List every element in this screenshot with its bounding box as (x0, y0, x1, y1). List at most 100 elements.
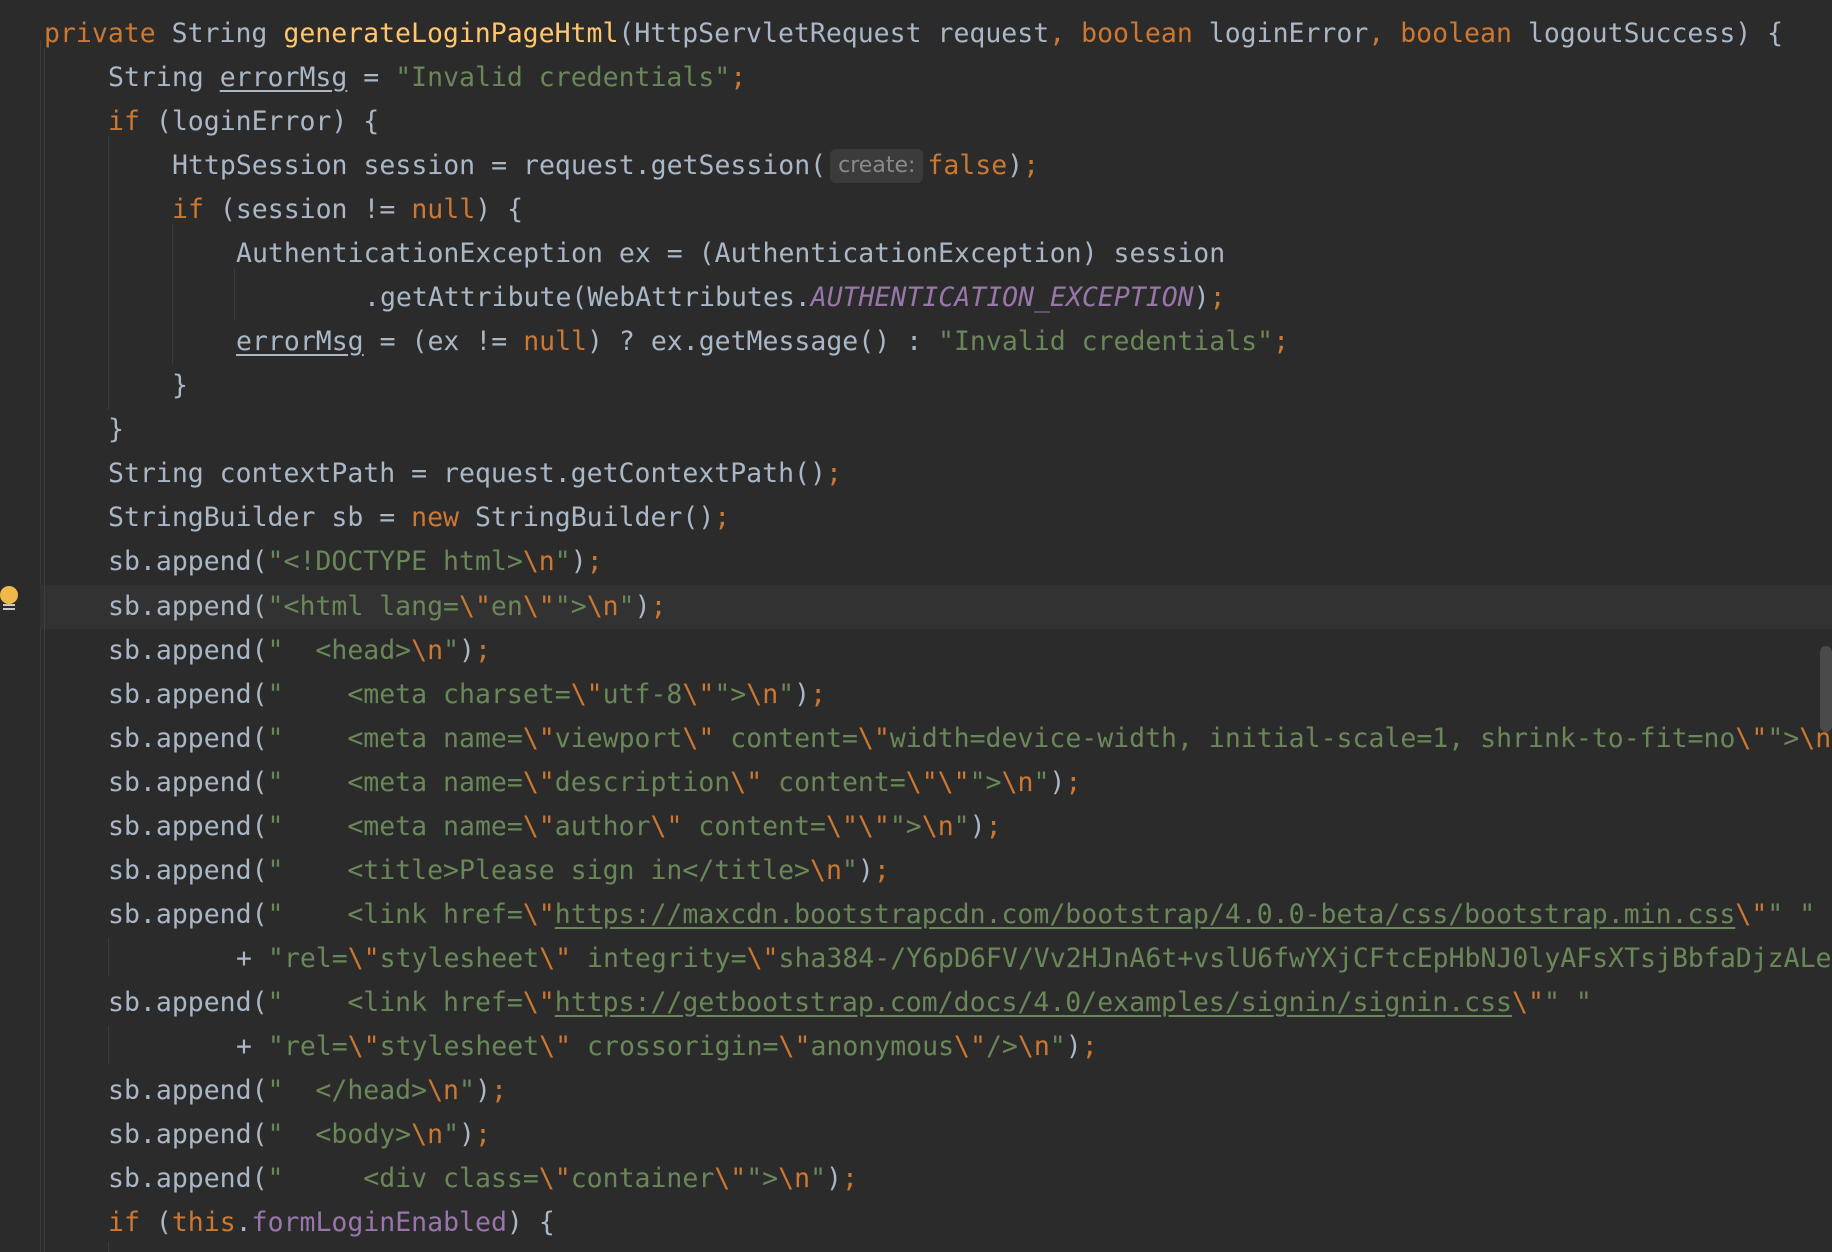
code-text: } (172, 370, 188, 401)
lightbulb-base (3, 604, 15, 606)
code-line[interactable]: AuthenticationException ex = (Authentica… (236, 232, 1225, 276)
code-text: } (108, 414, 124, 445)
code-editor[interactable]: private String generateLoginPageHtml(Htt… (0, 0, 1832, 1252)
string-literal: " <head> (267, 635, 412, 666)
code-line[interactable]: if (loginError) { (108, 100, 379, 144)
code-text: ) (1193, 282, 1210, 313)
code-line[interactable]: sb.append(" <link href=\"https://maxcdn.… (108, 893, 1815, 937)
escape-sequence: \" (714, 1163, 747, 1194)
string-literal: " <body> (267, 1119, 412, 1150)
string-literal: "rel= (267, 1031, 348, 1062)
code-line[interactable]: String errorMsg = "Invalid credentials"; (108, 56, 746, 100)
gutter-divider (40, 40, 41, 1252)
string-literal: en (490, 591, 523, 622)
string-literal: " (443, 1119, 460, 1150)
code-text: ) { (475, 194, 524, 225)
code-text: AuthenticationException ex = (Authentica… (236, 238, 1226, 269)
code-line[interactable]: + "rel=\"stylesheet\" crossorigin=\"anon… (236, 1025, 1098, 1069)
code-text: ) (969, 811, 986, 842)
code-line[interactable]: sb.append(" <meta name=\"description\" c… (108, 761, 1081, 805)
code-line[interactable]: if (session != null) { (172, 188, 523, 232)
keyword: this (171, 1207, 236, 1238)
escape-sequence: \" (522, 591, 555, 622)
code-text: ) (826, 1163, 842, 1194)
escape-sequence: \n (810, 855, 842, 886)
semicolon: ; (490, 1075, 507, 1106)
code-line[interactable]: String contextPath = request.getContextP… (108, 452, 842, 496)
vertical-scrollbar[interactable] (1820, 646, 1832, 732)
indent-guide (108, 938, 109, 976)
escape-sequence: \n (427, 1075, 460, 1106)
code-line[interactable]: sb.append(" <body>\n"); (108, 1113, 491, 1157)
string-literal: " <link href= (267, 899, 523, 930)
code-text: = (ex != (363, 326, 524, 357)
keyword: if (172, 194, 204, 225)
semicolon: ; (1065, 767, 1082, 798)
code-line[interactable]: StringBuilder sb = new StringBuilder(); (108, 496, 730, 540)
string-literal: " <title>Please sign in</title> (267, 855, 810, 886)
code-line[interactable]: sb.append(" <meta charset=\"utf-8\"">\n"… (108, 673, 826, 717)
code-line[interactable]: HttpSession session = request.getSession… (172, 144, 1039, 188)
code-line-current[interactable]: sb.append("<html lang=\"en\"">\n"); (108, 585, 667, 629)
escape-sequence: \" (522, 899, 555, 930)
punctuation: , (1368, 18, 1401, 49)
string-literal: content= (682, 811, 826, 842)
escape-sequence: \" (650, 811, 683, 842)
constant: AUTHENTICATION_EXCEPTION (810, 282, 1194, 313)
code-line[interactable]: sb.append(" </head>\n"); (108, 1069, 507, 1113)
code-line[interactable]: } (108, 408, 124, 452)
string-literal: utf-8 (602, 679, 683, 710)
code-line[interactable]: sb.append(" <head>\n"); (108, 629, 491, 673)
keyword: if (108, 106, 140, 137)
code-text: loginError (1192, 18, 1369, 49)
semicolon: ; (1023, 150, 1040, 181)
code-line[interactable]: sb.append(" <meta name=\"author\" conten… (108, 805, 1002, 849)
code-line[interactable]: sb.append(" <title>Please sign in</title… (108, 849, 890, 893)
code-text: ) { (506, 1207, 555, 1238)
code-text: StringBuilder sb = (108, 502, 412, 533)
semicolon: ; (842, 1163, 858, 1194)
code-line[interactable]: sb.append(" <div class=\"container\"">\n… (108, 1157, 858, 1201)
string-literal: " </head> (267, 1075, 428, 1106)
string-literal: " <div class= (267, 1163, 539, 1194)
escape-sequence: \" (954, 1031, 986, 1062)
url-link[interactable]: https://getbootstrap.com/docs/4.0/exampl… (555, 987, 1512, 1018)
code-line[interactable]: private String generateLoginPageHtml(Htt… (44, 12, 1783, 56)
lightbulb-glow (0, 586, 18, 604)
string-literal: integrity= (571, 943, 747, 974)
string-literal: " (778, 679, 795, 710)
code-text: logoutSuccess) { (1511, 18, 1784, 49)
string-literal: " (1049, 1031, 1066, 1062)
code-text: sb.append( (108, 546, 268, 577)
editor-gutter[interactable] (0, 0, 40, 1252)
keyword: boolean (1400, 18, 1512, 49)
string-literal: " (841, 855, 858, 886)
code-line[interactable]: sb.append("<!DOCTYPE html>\n"); (108, 540, 603, 584)
lightbulb-icon[interactable] (0, 586, 18, 612)
code-line[interactable]: if (this.formLoginEnabled) { (108, 1201, 555, 1245)
code-text: ) (1049, 767, 1066, 798)
code-line[interactable]: errorMsg = (ex != null) ? ex.getMessage(… (236, 320, 1289, 364)
string-literal: viewport (554, 723, 683, 754)
code-text: StringBuilder() (459, 502, 715, 533)
code-text: ) ? ex.getMessage() : (587, 326, 939, 357)
escape-sequence: \" (1735, 723, 1768, 754)
escape-sequence: \n (411, 1119, 444, 1150)
escape-sequence: \" (746, 943, 779, 974)
code-line[interactable]: } (172, 364, 188, 408)
punctuation: , (1049, 18, 1082, 49)
escape-sequence: \n (921, 811, 954, 842)
string-literal: content= (714, 723, 858, 754)
string-literal: "> (1767, 723, 1800, 754)
code-line[interactable]: sb.append(" <link href=\"https://getboot… (108, 981, 1592, 1025)
escape-sequence: \" (522, 723, 555, 754)
semicolon: ; (1081, 1031, 1098, 1062)
code-line[interactable]: + "rel=\"stylesheet\" integrity=\"sha384… (236, 937, 1832, 981)
code-line[interactable]: .getAttribute(WebAttributes.AUTHENTICATI… (364, 276, 1226, 320)
variable: errorMsg (219, 62, 348, 93)
url-link[interactable]: https://maxcdn.bootstrapcdn.com/bootstra… (555, 899, 1736, 930)
keyword: if (108, 1207, 140, 1238)
keyword: false (927, 150, 1008, 181)
string-literal: sha384-/Y6pD6FV/Vv2HJnA6t+vslU6fwYXjCFtc… (778, 943, 1832, 974)
code-line[interactable]: sb.append(" <meta name=\"viewport\" cont… (108, 717, 1832, 761)
